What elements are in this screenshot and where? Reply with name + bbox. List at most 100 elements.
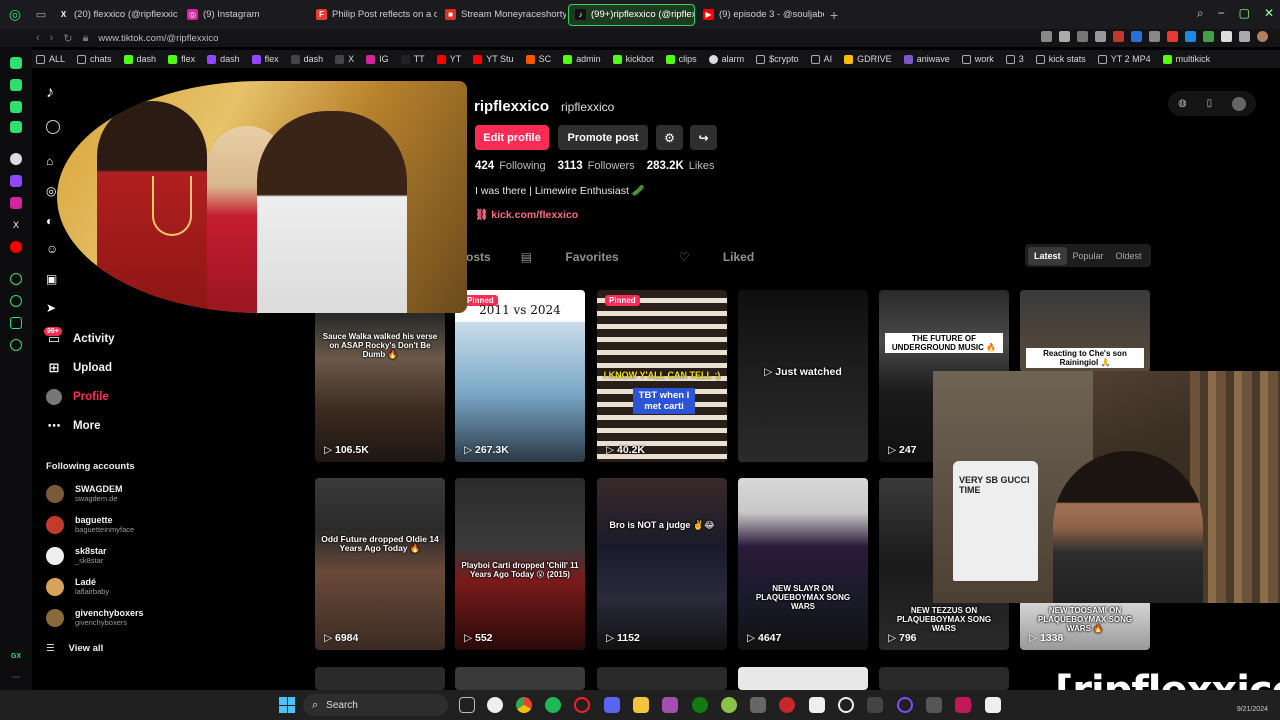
bookmark-item[interactable]: work bbox=[961, 54, 994, 64]
profile-avatar-icon[interactable] bbox=[1257, 31, 1268, 42]
video-card[interactable]: Odd Future dropped Oldie 14 Years Ago To… bbox=[315, 478, 445, 650]
opera-gx-logo-icon[interactable]: ◎ bbox=[0, 0, 30, 29]
coins-icon[interactable]: ◍ bbox=[1178, 98, 1187, 109]
x-icon[interactable]: X bbox=[10, 219, 22, 231]
calculator-icon[interactable] bbox=[926, 697, 942, 713]
bookmark-item[interactable]: kick stats bbox=[1035, 54, 1086, 64]
bookmark-item[interactable]: YT bbox=[436, 54, 461, 64]
browser-tab-5[interactable]: ▶ (9) episode 3 - @souljabo bbox=[697, 4, 824, 26]
bookmark-item[interactable]: aniwave bbox=[903, 54, 950, 64]
chatgpt-icon[interactable] bbox=[10, 153, 22, 165]
app-icon[interactable] bbox=[750, 697, 766, 713]
xbox-icon[interactable] bbox=[692, 697, 708, 713]
gx-cleaner-icon[interactable] bbox=[10, 101, 22, 113]
extension-icon[interactable] bbox=[1221, 31, 1232, 42]
extension-icon[interactable] bbox=[1131, 31, 1142, 42]
bookmark-item[interactable]: dash bbox=[207, 54, 240, 64]
video-card[interactable] bbox=[455, 667, 585, 690]
video-card[interactable]: ▷ Just watched bbox=[738, 290, 868, 462]
following-stat[interactable]: 424 Following bbox=[475, 160, 546, 172]
player-icon[interactable] bbox=[10, 273, 22, 285]
app-icon[interactable] bbox=[897, 697, 913, 713]
following-account[interactable]: sk8star _sk8star bbox=[46, 546, 107, 565]
bookmark-item[interactable]: SC bbox=[525, 54, 551, 64]
capcut-icon[interactable] bbox=[985, 697, 1001, 713]
app-icon[interactable] bbox=[662, 697, 678, 713]
back-icon[interactable]: ‹ bbox=[36, 32, 40, 44]
nav-more[interactable]: ⋯ More bbox=[46, 418, 101, 434]
following-account[interactable]: SWAGDEM swagdem.de bbox=[46, 484, 123, 503]
minimize-icon[interactable]: − bbox=[1218, 6, 1225, 21]
bookmark-item[interactable]: YT Stu bbox=[473, 54, 514, 64]
settings-button[interactable]: ⚙ bbox=[656, 125, 683, 150]
settings-icon[interactable] bbox=[10, 339, 22, 351]
chatgpt-icon[interactable] bbox=[838, 697, 854, 713]
extension-icon[interactable] bbox=[1077, 31, 1088, 42]
video-card[interactable] bbox=[879, 667, 1009, 690]
app-icon[interactable] bbox=[721, 697, 737, 713]
taskbar-search[interactable]: ⌕ Search bbox=[303, 694, 448, 716]
bookmark-item[interactable]: admin bbox=[563, 54, 601, 64]
video-card[interactable]: Pinned I KNOW Y'ALL CAN TELL :) TBT when… bbox=[597, 290, 727, 462]
video-card[interactable]: Sauce Walka walked his verse on ASAP Roc… bbox=[315, 290, 445, 462]
more-icon[interactable]: ⋯ bbox=[10, 671, 22, 683]
bookmark-item[interactable]: alarm bbox=[708, 54, 744, 64]
extension-icon[interactable] bbox=[1239, 31, 1250, 42]
device-icon[interactable]: ▯ bbox=[1207, 98, 1213, 109]
avatar[interactable] bbox=[1232, 96, 1247, 111]
app-icon[interactable] bbox=[809, 697, 825, 713]
app-icon[interactable] bbox=[867, 697, 883, 713]
bookmark-item[interactable]: GDRIVE bbox=[844, 54, 892, 64]
share-button[interactable]: ↪ bbox=[690, 125, 717, 150]
bookmark-item[interactable]: IG bbox=[366, 54, 389, 64]
browser-tab-2[interactable]: F Philip Post reflects on a d bbox=[310, 4, 437, 26]
github-icon[interactable] bbox=[487, 697, 503, 713]
extension-icon[interactable] bbox=[1059, 31, 1070, 42]
bookmark-item[interactable]: flex bbox=[168, 54, 195, 64]
nav-activity[interactable]: ▭ Activity bbox=[46, 331, 115, 347]
gx-control-icon[interactable] bbox=[10, 57, 22, 69]
history-icon[interactable] bbox=[10, 295, 22, 307]
live-icon[interactable]: ▣ bbox=[46, 272, 57, 286]
sort-popular[interactable]: Popular bbox=[1067, 247, 1110, 265]
spotify-icon[interactable] bbox=[545, 697, 561, 713]
bookmark-item[interactable]: YT 2 MP4 bbox=[1097, 54, 1151, 64]
bookmark-item[interactable]: $crypto bbox=[756, 54, 799, 64]
bookmark-item[interactable]: AI bbox=[810, 54, 832, 64]
extension-icon[interactable] bbox=[1185, 31, 1196, 42]
bookmark-item[interactable]: dash bbox=[123, 54, 156, 64]
video-card[interactable] bbox=[738, 667, 868, 690]
view-all-button[interactable]: ☰ View all bbox=[46, 643, 103, 654]
browser-tab-4[interactable]: ♪ (99+)ripflexxico (@ripflex bbox=[568, 3, 695, 26]
explore-icon[interactable]: ◎ bbox=[46, 184, 56, 198]
sort-latest[interactable]: Latest bbox=[1028, 246, 1067, 265]
bookmark-item[interactable]: 3 bbox=[1005, 54, 1024, 64]
following-account[interactable]: baguette baguetteinmyface bbox=[46, 515, 134, 534]
video-card[interactable]: Reacting to Che's son Rainingiol 🙏 bbox=[1020, 290, 1150, 372]
bookmark-item[interactable]: ALL bbox=[36, 54, 65, 64]
instagram-icon[interactable] bbox=[10, 197, 22, 209]
messages-icon[interactable]: ➤ bbox=[46, 301, 56, 315]
gx-corner-icon[interactable] bbox=[10, 79, 22, 91]
windows-start-icon[interactable] bbox=[279, 697, 295, 713]
app-icon[interactable] bbox=[955, 697, 971, 713]
opera-icon[interactable] bbox=[574, 697, 590, 713]
browser-tab-1[interactable]: ◎ (9) Instagram bbox=[181, 4, 308, 26]
following-account[interactable]: Ladé laflairbaby bbox=[46, 577, 109, 596]
bookmark-item[interactable]: kickbot bbox=[612, 54, 654, 64]
profile-link[interactable]: ⛓ kick.com/flexxico bbox=[475, 208, 578, 221]
extension-icon[interactable] bbox=[1203, 31, 1214, 42]
new-tab-button[interactable]: + bbox=[830, 7, 838, 23]
extension-icon[interactable] bbox=[1149, 31, 1160, 42]
video-card[interactable]: NEW SLAYR ON PLAQUEBOYMAX SONG WARS ▷ 46… bbox=[738, 478, 868, 650]
reload-icon[interactable]: ↻ bbox=[63, 32, 72, 45]
video-card[interactable] bbox=[597, 667, 727, 690]
sort-oldest[interactable]: Oldest bbox=[1110, 247, 1148, 265]
video-card[interactable]: Bro is NOT a judge ✌️😂 ▷ 1152 bbox=[597, 478, 727, 650]
bookmark-item[interactable]: clips bbox=[665, 54, 697, 64]
tab-favorites[interactable]: ▤ Favorites bbox=[521, 250, 649, 264]
discord-icon[interactable] bbox=[604, 697, 620, 713]
file-explorer-icon[interactable] bbox=[633, 697, 649, 713]
bookmark-item[interactable]: TT bbox=[400, 54, 425, 64]
tiktok-logo-icon[interactable]: ♪ bbox=[46, 84, 54, 102]
